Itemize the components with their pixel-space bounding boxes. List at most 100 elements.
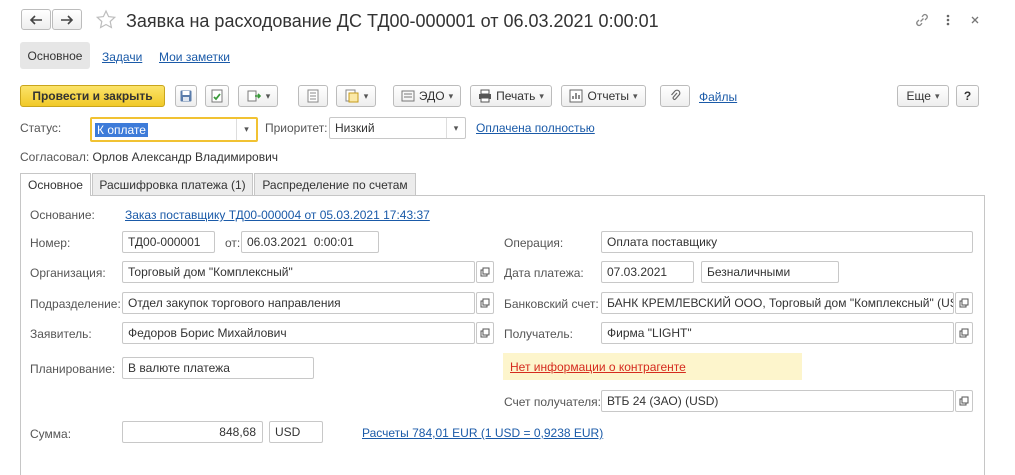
open-form-icon (959, 396, 969, 406)
open-form-icon (959, 328, 969, 338)
bank-account-label: Банковский счет: (504, 297, 599, 311)
date-from-label: от: (225, 236, 241, 250)
planning-field[interactable]: В валюте платежа (122, 357, 314, 379)
more-actions-button[interactable]: Еще ▾ (897, 85, 949, 107)
chevron-down-icon: ▾ (363, 90, 369, 101)
post-and-close-button[interactable]: Провести и закрыть (20, 85, 165, 107)
attach-file-button[interactable] (660, 85, 690, 107)
currency-field[interactable]: USD (269, 421, 323, 443)
priority-dropdown-arrow[interactable]: ▾ (446, 118, 465, 138)
organization-field[interactable]: Торговый дом "Комплексный" (122, 261, 475, 283)
priority-label: Приоритет: (265, 121, 328, 135)
recipient-open-button[interactable] (955, 322, 973, 344)
reports-button[interactable]: Отчеты ▾ (561, 85, 646, 107)
open-form-icon (480, 328, 490, 338)
sum-value: 848,68 (219, 425, 256, 439)
edo-label: ЭДО (418, 89, 445, 103)
date-field[interactable]: 06.03.2021 0:00:01 (241, 231, 379, 253)
printer-icon (479, 89, 492, 103)
attachments-dropdown-button[interactable]: ▾ (336, 85, 376, 107)
close-icon[interactable] (970, 14, 980, 28)
chevron-down-icon: ▾ (539, 90, 544, 101)
number-field[interactable]: ТД00-000001 (122, 231, 215, 253)
recipient-field[interactable]: Фирма "LIGHT" (601, 322, 954, 344)
nav-tab-notes[interactable]: Мои заметки (159, 50, 230, 64)
reports-icon (569, 89, 583, 103)
chevron-down-icon: ▾ (632, 90, 638, 101)
recipient-account-field[interactable]: ВТБ 24 (ЗАО) (USD) (601, 390, 954, 412)
planning-label: Планирование: (30, 362, 116, 376)
nav-tab-main[interactable]: Основное (20, 42, 90, 69)
basis-label: Основание: (30, 208, 95, 222)
chevron-down-icon: ▾ (934, 90, 940, 101)
arrow-right-icon (61, 14, 74, 25)
chevron-down-icon: ▾ (265, 90, 271, 101)
files-link[interactable]: Файлы (699, 90, 737, 104)
edo-button[interactable]: ЭДО ▾ (393, 85, 461, 107)
payment-date-field[interactable]: 07.03.2021 (601, 261, 694, 283)
department-label: Подразделение: (30, 297, 121, 311)
edo-icon (401, 90, 415, 102)
department-open-button[interactable] (476, 292, 494, 314)
save-button[interactable] (175, 85, 197, 107)
bank-account-field[interactable]: БАНК КРЕМЛЕВСКИЙ ООО, Торговый дом "Комп… (601, 292, 954, 314)
more-menu-icon[interactable] (945, 12, 951, 28)
sum-field[interactable]: 848,68 (122, 421, 263, 443)
operation-label: Операция: (504, 236, 564, 250)
print-button[interactable]: Печать ▾ (470, 85, 552, 107)
priority-value: Низкий (335, 121, 375, 135)
list-icon (307, 89, 319, 103)
back-button[interactable] (21, 9, 51, 30)
nav-tab-tasks[interactable]: Задачи (102, 50, 142, 64)
organization-open-button[interactable] (476, 261, 494, 283)
applicant-label: Заявитель: (30, 327, 92, 341)
sum-label: Сумма: (30, 427, 72, 441)
open-form-icon (480, 267, 490, 277)
organization-label: Организация: (30, 266, 106, 280)
bank-account-open-button[interactable] (955, 292, 973, 314)
payment-type-field[interactable]: Безналичными (701, 261, 839, 283)
link-icon[interactable] (914, 12, 930, 31)
recipient-account-open-button[interactable] (955, 390, 973, 412)
counterparty-warning-link[interactable]: Нет информации о контрагенте (510, 360, 686, 374)
arrow-left-icon (29, 14, 42, 25)
operation-field[interactable]: Оплата поставщику (601, 231, 973, 253)
number-label: Номер: (30, 236, 71, 250)
paid-fully-link[interactable]: Оплачена полностью (476, 121, 595, 135)
recipient-label: Получатель: (504, 327, 573, 341)
applicant-field[interactable]: Федоров Борис Михайлович (122, 322, 475, 344)
recipient-account-label: Счет получателя: (504, 395, 601, 409)
status-select[interactable]: К оплате (90, 117, 258, 142)
status-label: Статус: (20, 121, 62, 135)
create-based-on-button[interactable]: ▾ (238, 85, 278, 107)
rates-link[interactable]: Расчеты 784,01 EUR (1 USD = 0,9238 EUR) (362, 426, 603, 440)
reports-label: Отчеты (587, 89, 629, 103)
window-title: Заявка на расходование ДС ТД00-000001 от… (126, 11, 659, 31)
paperclip-icon (671, 89, 681, 100)
open-form-icon (480, 298, 490, 308)
approved-row: Согласовал: Орлов Александр Владимирович (20, 150, 278, 164)
print-label: Печать (496, 89, 536, 103)
approved-value: Орлов Александр Владимирович (92, 150, 279, 164)
department-field[interactable]: Отдел закупок торгового направления (122, 292, 475, 314)
status-dropdown-arrow[interactable]: ▾ (236, 119, 256, 140)
status-value: К оплате (95, 122, 148, 137)
open-form-icon (959, 298, 969, 308)
date-value: 06.03.2021 0:00:01 (247, 235, 354, 249)
payment-date-label: Дата платежа: (504, 266, 584, 280)
nav-tab-main-label: Основное (27, 48, 83, 63)
post-document-icon (211, 89, 223, 103)
applicant-open-button[interactable] (476, 322, 494, 344)
tab-payment-details[interactable]: Расшифровка платежа (1) (92, 173, 253, 195)
forward-button[interactable] (52, 9, 82, 30)
basis-link[interactable]: Заказ поставщику ТД00-000004 от 05.03.20… (125, 208, 430, 222)
list-button[interactable] (298, 85, 328, 107)
chevron-down-icon: ▾ (448, 90, 454, 101)
help-button[interactable]: ? (956, 85, 979, 107)
approved-label: Согласовал: (20, 150, 90, 164)
tab-account-distribution[interactable]: Распределение по счетам (254, 173, 416, 195)
post-button[interactable] (205, 85, 229, 107)
tab-main[interactable]: Основное (20, 173, 91, 196)
create-based-icon (247, 90, 261, 102)
favorite-star-icon[interactable] (95, 9, 117, 31)
